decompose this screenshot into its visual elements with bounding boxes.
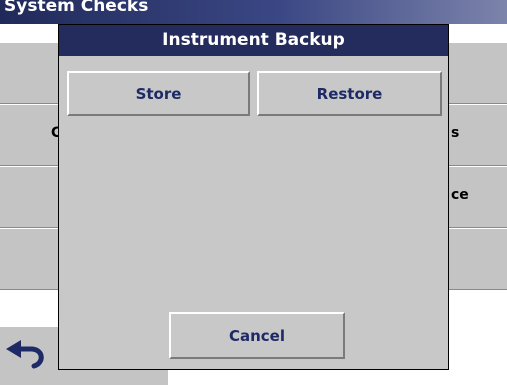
background-row-2-right-text: s [451,125,460,141]
cancel-button[interactable]: Cancel [169,312,345,359]
store-button[interactable]: Store [67,71,250,116]
background-row-3-right-text: ce [451,187,469,203]
window-titlebar: System Checks [0,0,507,24]
instrument-backup-dialog: Instrument Backup Store Restore Cancel [58,24,449,370]
window-title: System Checks [4,0,149,16]
restore-button[interactable]: Restore [257,71,442,116]
back-arrow-icon [6,340,44,369]
dialog-title: Instrument Backup [59,25,448,56]
